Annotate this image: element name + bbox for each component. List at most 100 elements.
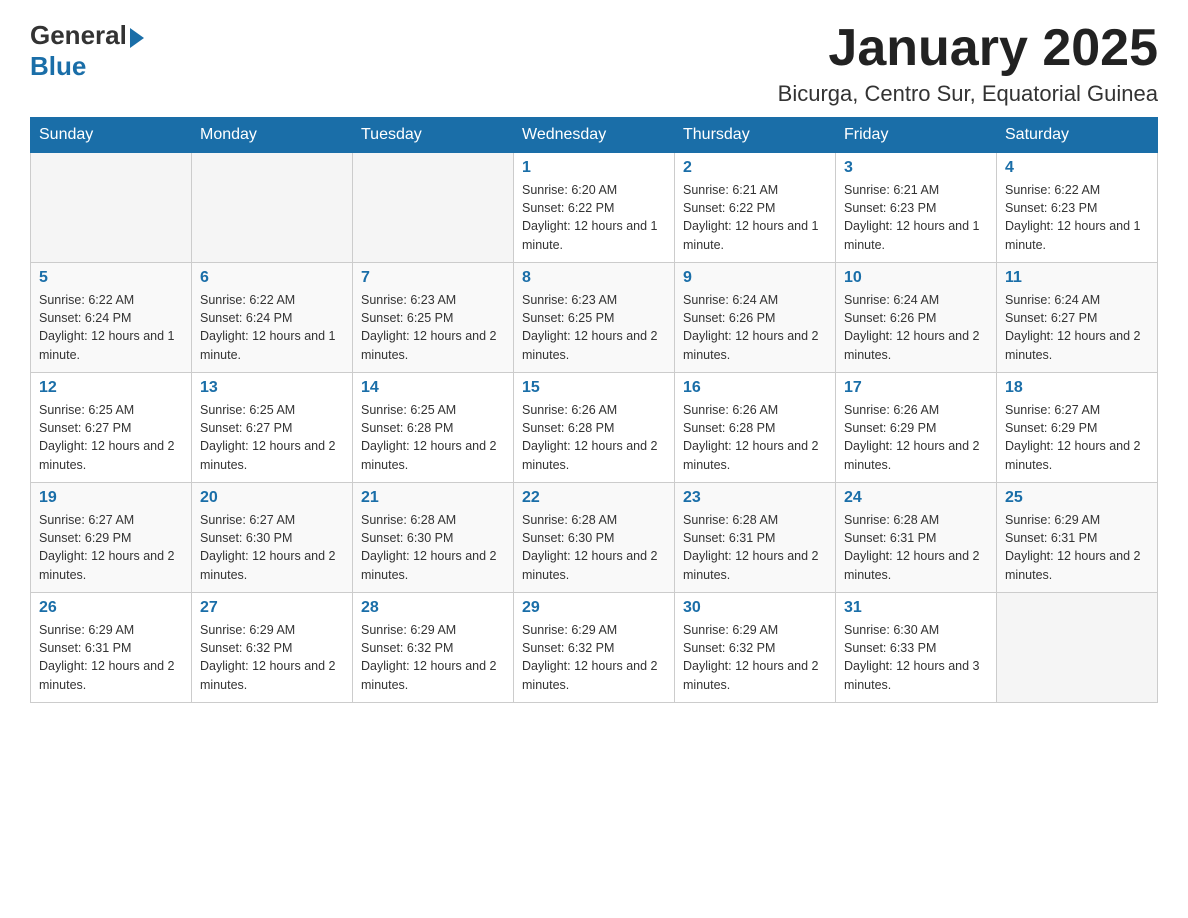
header-row: SundayMondayTuesdayWednesdayThursdayFrid… [31, 118, 1158, 153]
day-number: 20 [200, 489, 344, 507]
day-info: Sunrise: 6:29 AMSunset: 6:32 PMDaylight:… [522, 621, 666, 694]
day-number: 15 [522, 379, 666, 397]
calendar-cell: 18 Sunrise: 6:27 AMSunset: 6:29 PMDayligh… [997, 373, 1158, 483]
day-info: Sunrise: 6:24 AMSunset: 6:27 PMDaylight:… [1005, 291, 1149, 364]
week-row-1: 1Sunrise: 6:20 AMSunset: 6:22 PMDaylight… [31, 153, 1158, 263]
week-row-4: 19 Sunrise: 6:27 AMSunset: 6:29 PMDayligh… [31, 483, 1158, 593]
day-info: Sunrise: 6:30 AMSunset: 6:33 PMDaylight:… [844, 621, 988, 694]
header-cell-wednesday: Wednesday [514, 118, 675, 153]
day-info: Sunrise: 6:22 AMSunset: 6:24 PMDaylight:… [39, 291, 183, 364]
logo: General Blue [30, 20, 144, 82]
calendar-cell: 15 Sunrise: 6:26 AMSunset: 6:28 PMDayligh… [514, 373, 675, 483]
week-row-5: 26Sunrise: 6:29 AMSunset: 6:31 PMDayligh… [31, 593, 1158, 703]
day-info: Sunrise: 6:28 AMSunset: 6:31 PMDaylight:… [683, 511, 827, 584]
calendar-cell: 29 Sunrise: 6:29 AMSunset: 6:32 PMDayligh… [514, 593, 675, 703]
day-info: Sunrise: 6:24 AMSunset: 6:26 PMDaylight:… [844, 291, 988, 364]
calendar-cell: 3 Sunrise: 6:21 AMSunset: 6:23 PMDaylight… [836, 153, 997, 263]
day-number: 31 [844, 599, 988, 617]
day-number: 28 [361, 599, 505, 617]
day-info: Sunrise: 6:26 AMSunset: 6:28 PMDaylight:… [683, 401, 827, 474]
calendar-cell: 27 Sunrise: 6:29 AMSunset: 6:32 PMDayligh… [192, 593, 353, 703]
day-info: Sunrise: 6:26 AMSunset: 6:28 PMDaylight:… [522, 401, 666, 474]
calendar-cell: 10 Sunrise: 6:24 AMSunset: 6:26 PMDayligh… [836, 263, 997, 373]
day-number: 10 [844, 269, 988, 287]
day-number: 9 [683, 269, 827, 287]
logo-general-text: General [30, 20, 127, 51]
day-info: Sunrise: 6:27 AMSunset: 6:29 PMDaylight:… [39, 511, 183, 584]
day-number: 11 [1005, 269, 1149, 287]
calendar-cell [997, 593, 1158, 703]
calendar-cell: 20Sunrise: 6:27 AMSunset: 6:30 PMDayligh… [192, 483, 353, 593]
day-info: Sunrise: 6:25 AMSunset: 6:27 PMDaylight:… [39, 401, 183, 474]
day-number: 19 [39, 489, 183, 507]
calendar-cell: 13 Sunrise: 6:25 AMSunset: 6:27 PMDayligh… [192, 373, 353, 483]
day-number: 3 [844, 159, 988, 177]
day-number: 17 [844, 379, 988, 397]
day-number: 13 [200, 379, 344, 397]
day-info: Sunrise: 6:28 AMSunset: 6:30 PMDaylight:… [522, 511, 666, 584]
day-number: 30 [683, 599, 827, 617]
day-info: Sunrise: 6:29 AMSunset: 6:32 PMDaylight:… [200, 621, 344, 694]
day-info: Sunrise: 6:25 AMSunset: 6:28 PMDaylight:… [361, 401, 505, 474]
day-number: 22 [522, 489, 666, 507]
week-row-2: 5 Sunrise: 6:22 AMSunset: 6:24 PMDaylight… [31, 263, 1158, 373]
day-number: 16 [683, 379, 827, 397]
logo-blue-text: Blue [30, 51, 86, 82]
calendar-cell: 24 Sunrise: 6:28 AMSunset: 6:31 PMDayligh… [836, 483, 997, 593]
calendar-cell: 12 Sunrise: 6:25 AMSunset: 6:27 PMDayligh… [31, 373, 192, 483]
calendar-cell: 22 Sunrise: 6:28 AMSunset: 6:30 PMDayligh… [514, 483, 675, 593]
calendar-cell: 8Sunrise: 6:23 AMSunset: 6:25 PMDaylight… [514, 263, 675, 373]
header-cell-thursday: Thursday [675, 118, 836, 153]
page-title: January 2025 [778, 20, 1158, 77]
day-info: Sunrise: 6:28 AMSunset: 6:30 PMDaylight:… [361, 511, 505, 584]
day-number: 5 [39, 269, 183, 287]
calendar-cell: 14 Sunrise: 6:25 AMSunset: 6:28 PMDayligh… [353, 373, 514, 483]
calendar-cell: 16 Sunrise: 6:26 AMSunset: 6:28 PMDayligh… [675, 373, 836, 483]
calendar-cell: 2 Sunrise: 6:21 AMSunset: 6:22 PMDaylight… [675, 153, 836, 263]
calendar-cell: 7Sunrise: 6:23 AMSunset: 6:25 PMDaylight… [353, 263, 514, 373]
day-info: Sunrise: 6:29 AMSunset: 6:32 PMDaylight:… [361, 621, 505, 694]
day-info: Sunrise: 6:28 AMSunset: 6:31 PMDaylight:… [844, 511, 988, 584]
day-number: 4 [1005, 159, 1149, 177]
calendar-cell: 6 Sunrise: 6:22 AMSunset: 6:24 PMDaylight… [192, 263, 353, 373]
day-number: 21 [361, 489, 505, 507]
day-info: Sunrise: 6:21 AMSunset: 6:22 PMDaylight:… [683, 181, 827, 254]
calendar-cell: 4Sunrise: 6:22 AMSunset: 6:23 PMDaylight… [997, 153, 1158, 263]
calendar-cell: 28 Sunrise: 6:29 AMSunset: 6:32 PMDayligh… [353, 593, 514, 703]
day-number: 29 [522, 599, 666, 617]
day-info: Sunrise: 6:27 AMSunset: 6:29 PMDaylight:… [1005, 401, 1149, 474]
calendar-cell: 30 Sunrise: 6:29 AMSunset: 6:32 PMDayligh… [675, 593, 836, 703]
day-info: Sunrise: 6:22 AMSunset: 6:24 PMDaylight:… [200, 291, 344, 364]
day-number: 6 [200, 269, 344, 287]
day-info: Sunrise: 6:23 AMSunset: 6:25 PMDaylight:… [522, 291, 666, 364]
logo-arrow-icon [130, 28, 144, 48]
calendar-table: SundayMondayTuesdayWednesdayThursdayFrid… [30, 117, 1158, 703]
header-cell-tuesday: Tuesday [353, 118, 514, 153]
day-number: 18 [1005, 379, 1149, 397]
day-info: Sunrise: 6:21 AMSunset: 6:23 PMDaylight:… [844, 181, 988, 254]
calendar-header: SundayMondayTuesdayWednesdayThursdayFrid… [31, 118, 1158, 153]
day-number: 26 [39, 599, 183, 617]
day-number: 24 [844, 489, 988, 507]
calendar-body: 1Sunrise: 6:20 AMSunset: 6:22 PMDaylight… [31, 153, 1158, 703]
day-number: 1 [522, 159, 666, 177]
header-cell-saturday: Saturday [997, 118, 1158, 153]
calendar-cell: 26Sunrise: 6:29 AMSunset: 6:31 PMDayligh… [31, 593, 192, 703]
page-header: General Blue January 2025 Bicurga, Centr… [30, 20, 1158, 107]
calendar-cell: 11 Sunrise: 6:24 AMSunset: 6:27 PMDayligh… [997, 263, 1158, 373]
header-cell-sunday: Sunday [31, 118, 192, 153]
page-subtitle: Bicurga, Centro Sur, Equatorial Guinea [778, 81, 1158, 107]
day-number: 14 [361, 379, 505, 397]
calendar-cell: 17Sunrise: 6:26 AMSunset: 6:29 PMDayligh… [836, 373, 997, 483]
day-number: 27 [200, 599, 344, 617]
day-number: 25 [1005, 489, 1149, 507]
day-number: 12 [39, 379, 183, 397]
day-number: 7 [361, 269, 505, 287]
day-number: 2 [683, 159, 827, 177]
calendar-cell [31, 153, 192, 263]
day-info: Sunrise: 6:25 AMSunset: 6:27 PMDaylight:… [200, 401, 344, 474]
day-info: Sunrise: 6:24 AMSunset: 6:26 PMDaylight:… [683, 291, 827, 364]
day-info: Sunrise: 6:29 AMSunset: 6:32 PMDaylight:… [683, 621, 827, 694]
week-row-3: 12 Sunrise: 6:25 AMSunset: 6:27 PMDayligh… [31, 373, 1158, 483]
calendar-cell: 1Sunrise: 6:20 AMSunset: 6:22 PMDaylight… [514, 153, 675, 263]
